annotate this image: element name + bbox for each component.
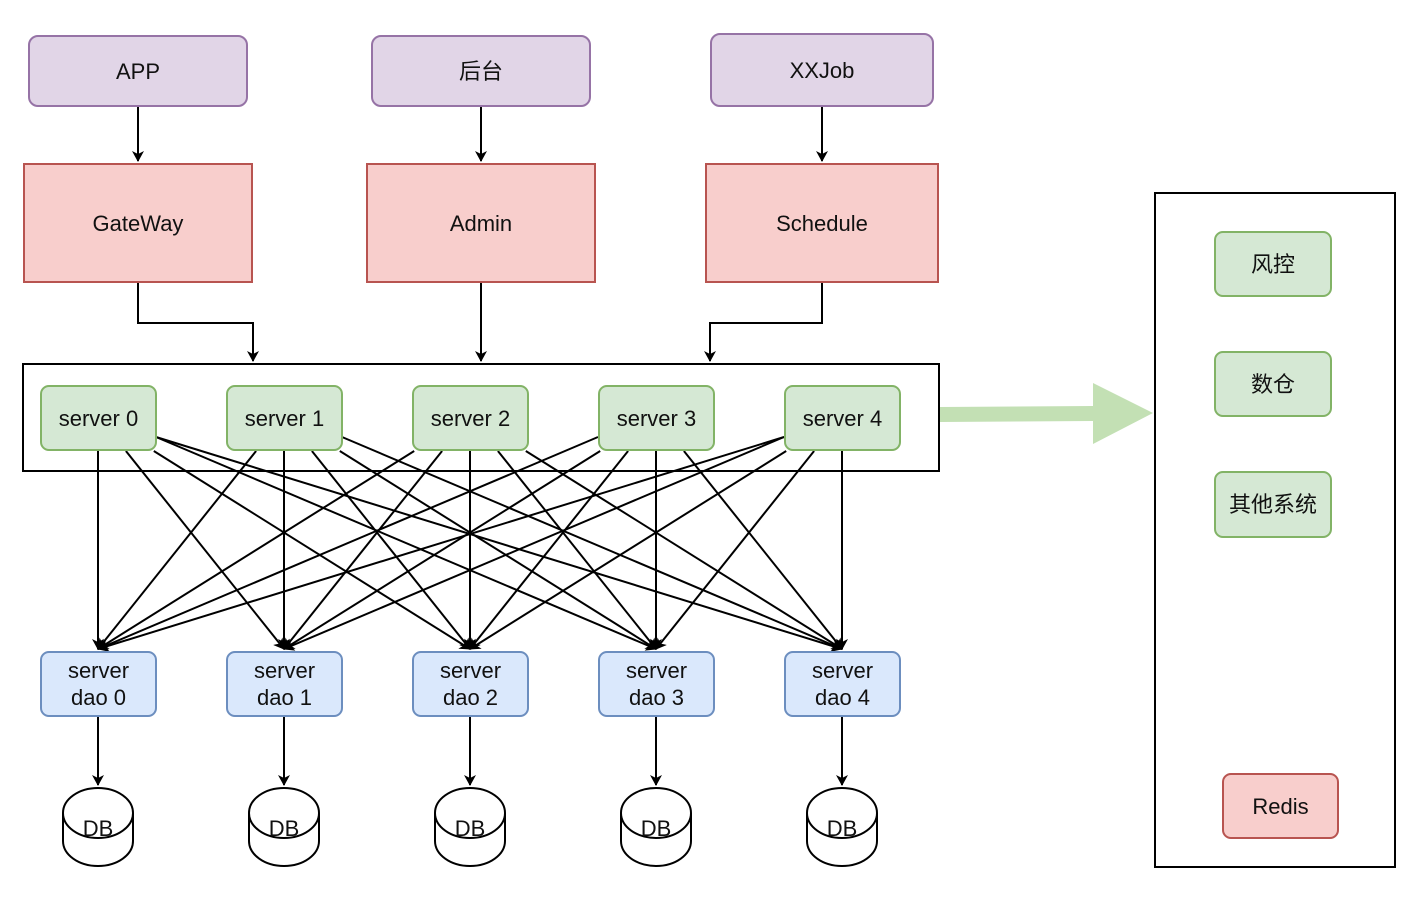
server-node[interactable]: server 2 [412,385,529,451]
edge-server-dao [525,450,843,650]
edge-service-group [704,283,823,362]
dao-line2: dao 3 [628,685,685,710]
db-label: DB [269,816,300,841]
external-label: 其他系统 [1228,492,1317,517]
database-cylinder[interactable]: DB [434,787,506,867]
dao-label: server dao 1 [254,657,315,711]
dao-line1: server [625,658,688,683]
dao-line1: server [811,658,874,683]
server-label: server 2 [430,405,511,431]
database-cylinder[interactable]: DB [248,787,320,867]
edge-server-dao [683,450,843,650]
dao-line2: dao 1 [256,685,313,710]
dao-node[interactable]: server dao 4 [784,651,901,717]
service-label: Admin [449,210,513,236]
dao-line2: dao 0 [70,685,127,710]
redis-cache[interactable]: Redis [1222,773,1339,839]
server-node[interactable]: server 0 [40,385,157,451]
db-label: DB [83,816,114,841]
database-cylinder[interactable]: DB [806,787,878,867]
service-label: Schedule [776,210,868,236]
server-label: server 0 [58,405,139,431]
dao-label: server dao 2 [440,657,501,711]
client-backend[interactable]: 后台 [371,35,591,107]
big-arrow-to-external [940,383,1153,444]
client-label: APP [115,58,161,84]
database-cylinder[interactable]: DB [620,787,692,867]
db-label: DB [455,816,486,841]
dao-line1: server [439,658,502,683]
dao-line2: dao 2 [442,685,499,710]
db-label: DB [827,816,858,841]
service-gateway[interactable]: GateWay [23,163,253,283]
external-label: 风控 [1250,251,1295,277]
dao-node[interactable]: server dao 1 [226,651,343,717]
dao-node[interactable]: server dao 2 [412,651,529,717]
dao-node[interactable]: server dao 3 [598,651,715,717]
edge-service-group [137,283,259,362]
service-admin[interactable]: Admin [366,163,596,283]
external-other-systems[interactable]: 其他系统 [1214,471,1332,538]
dao-line1: server [67,658,130,683]
dao-node[interactable]: server dao 0 [40,651,157,717]
dao-line1: server [253,658,316,683]
edge-server-dao [97,450,415,650]
dao-line2: dao 4 [814,685,871,710]
server-node[interactable]: server 4 [784,385,901,451]
client-app[interactable]: APP [28,35,248,107]
database-cylinder[interactable]: DB [62,787,134,867]
external-risk-control[interactable]: 风控 [1214,231,1332,297]
external-data-warehouse[interactable]: 数仓 [1214,351,1332,417]
service-schedule[interactable]: Schedule [705,163,939,283]
redis-label: Redis [1252,793,1309,819]
edge-server-dao [97,450,257,650]
db-label: DB [641,816,672,841]
server-label: server 4 [802,405,883,431]
server-node[interactable]: server 1 [226,385,343,451]
server-label: server 1 [244,405,325,431]
client-label: 后台 [458,58,503,84]
dao-label: server dao 3 [626,657,687,711]
client-xxjob[interactable]: XXJob [710,33,934,107]
server-node[interactable]: server 3 [598,385,715,451]
service-label: GateWay [92,210,184,236]
dao-label: server dao 0 [68,657,129,711]
client-label: XXJob [789,57,855,83]
server-label: server 3 [616,405,697,431]
dao-label: server dao 4 [812,657,873,711]
external-label: 数仓 [1250,371,1295,397]
